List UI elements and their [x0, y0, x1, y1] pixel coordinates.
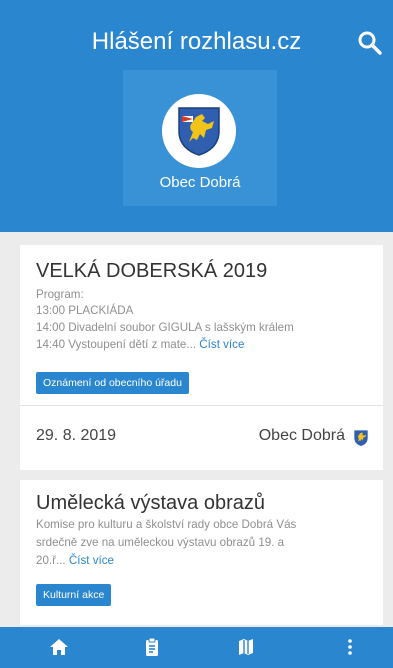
category-badge[interactable]: Kulturní akce — [36, 584, 112, 606]
map-icon — [239, 639, 253, 655]
nav-home-button[interactable] — [35, 627, 83, 668]
bottom-navigation — [0, 627, 393, 668]
announcement-card[interactable]: Umělecká výstava obrazů Komise pro kultu… — [20, 480, 383, 625]
announcement-text-line: 20.ř... Číst více — [36, 554, 114, 567]
announcement-text-line: Program: — [36, 288, 84, 301]
announcement-text-line: srdečně zve na uměleckou výstavu obrazů … — [36, 536, 285, 549]
village-name: Obec Dobrá — [159, 174, 241, 191]
home-icon — [50, 639, 68, 655]
announcement-date: 29. 8. 2019 — [36, 427, 117, 444]
village-crest-icon — [178, 107, 220, 156]
clipboard-icon — [146, 637, 158, 656]
card-divider — [20, 405, 383, 406]
announcement-text-line: Komise pro kulturu a školství rady obce … — [36, 518, 297, 531]
search-icon — [358, 31, 382, 55]
announcement-text-snippet: 20.ř... — [36, 554, 66, 567]
read-more-link[interactable]: Číst více — [199, 338, 244, 351]
announcement-title: Umělecká výstava obrazů — [36, 492, 265, 514]
announcement-source: Obec Dobrá — [258, 427, 345, 444]
announcement-title: VELKÁ DOBERSKÁ 2019 — [36, 260, 268, 282]
category-badge[interactable]: Oznámení od obecního úřadu — [36, 372, 189, 394]
village-crest — [162, 94, 236, 168]
village-tile[interactable]: Obec Dobrá — [123, 70, 277, 206]
announcement-text-line: 14:00 Divadelní soubor GIGULA s lašským … — [36, 321, 294, 334]
search-button[interactable] — [357, 30, 383, 56]
announcement-text-snippet: 14:40 Vystoupení dětí z mate... — [36, 338, 197, 351]
read-more-link[interactable]: Číst více — [69, 554, 114, 567]
nav-map-button[interactable] — [222, 627, 270, 668]
announcement-text-line: 14:40 Vystoupení dětí z mate... Číst víc… — [36, 338, 244, 351]
app-header: Hlášení rozhlasu.cz Obec Dobrá — [0, 0, 393, 232]
more-vertical-icon — [348, 639, 352, 655]
village-crest-icon — [354, 430, 368, 446]
nav-announcements-button[interactable] — [128, 627, 176, 668]
announcement-card[interactable]: VELKÁ DOBERSKÁ 2019 Program: 13:00 PLACK… — [20, 245, 383, 470]
nav-more-button[interactable] — [326, 627, 374, 668]
announcement-text-line: 13:00 PLACKIÁDA — [36, 304, 134, 317]
app-title: Hlášení rozhlasu.cz — [91, 28, 302, 55]
